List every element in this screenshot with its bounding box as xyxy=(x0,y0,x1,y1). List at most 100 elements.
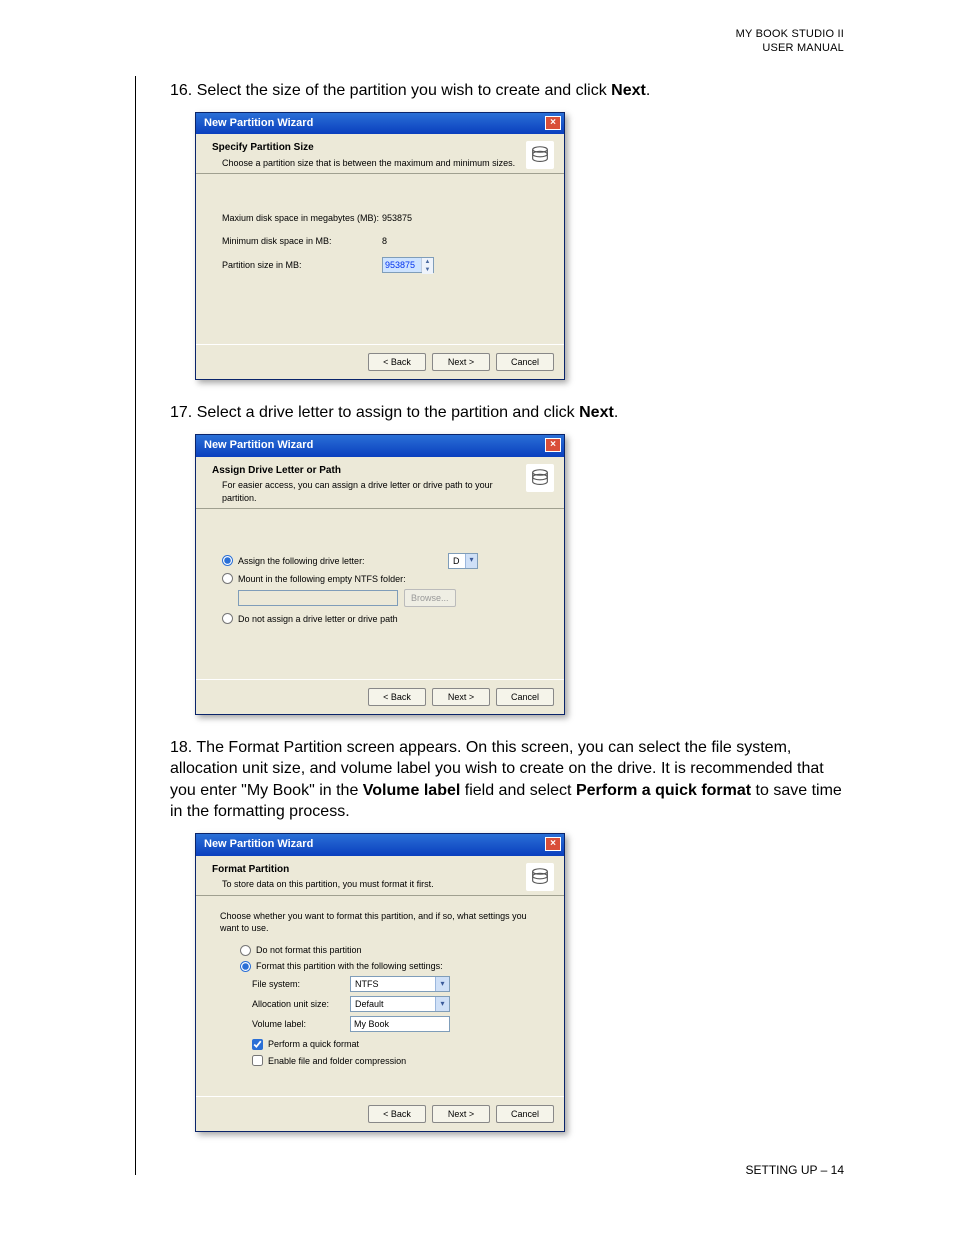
checkbox-quick-format-label: Perform a quick format xyxy=(268,1038,359,1050)
cancel-button[interactable]: Cancel xyxy=(496,353,554,371)
step-tail: . xyxy=(646,82,650,99)
checkbox-quick-format[interactable] xyxy=(252,1039,263,1050)
radio-mount-folder-label: Mount in the following empty NTFS folder… xyxy=(238,573,406,585)
back-button[interactable]: < Back xyxy=(368,688,426,706)
header-subtitle: Choose a partition size that is between … xyxy=(222,157,515,169)
checkbox-compression-label: Enable file and folder compression xyxy=(268,1055,406,1067)
step-number: 17. xyxy=(170,404,192,421)
titlebar[interactable]: New Partition Wizard xyxy=(196,435,564,457)
header-title: Format Partition xyxy=(212,863,434,877)
step-text: Select a drive letter to assign to the p… xyxy=(197,404,579,421)
next-button[interactable]: Next > xyxy=(432,353,490,371)
header-line2: USER MANUAL xyxy=(736,42,844,56)
page-footer: SETTING UP – 14 xyxy=(746,1163,844,1177)
dialog-header: Assign Drive Letter or Path For easier a… xyxy=(196,457,564,509)
file-system-select[interactable]: NTFS ▾ xyxy=(350,976,450,992)
back-button[interactable]: < Back xyxy=(368,353,426,371)
titlebar[interactable]: New Partition Wizard xyxy=(196,834,564,856)
step-18: 18. The Format Partition screen appears.… xyxy=(170,737,844,823)
step-bold: Next xyxy=(579,404,614,421)
partition-size-field[interactable] xyxy=(383,258,421,272)
step-number: 18. xyxy=(170,739,192,756)
header-title: Specify Partition Size xyxy=(212,141,515,155)
step-number: 16. xyxy=(170,82,192,99)
spinner-down-icon[interactable]: ▼ xyxy=(422,266,433,274)
header-subtitle: For easier access, you can assign a driv… xyxy=(222,479,526,503)
checkbox-compression[interactable] xyxy=(252,1055,263,1066)
button-row: < Back Next > Cancel xyxy=(196,344,564,379)
dialog-body: Assign the following drive letter: D ▾ M… xyxy=(196,509,564,679)
drive-icon xyxy=(526,141,554,169)
radio-no-format[interactable] xyxy=(240,945,251,956)
browse-button: Browse... xyxy=(404,589,456,607)
spinner-buttons[interactable]: ▲ ▼ xyxy=(421,258,433,272)
dialog-title: New Partition Wizard xyxy=(204,837,313,852)
dialog-title: New Partition Wizard xyxy=(204,438,313,453)
mount-path-input xyxy=(238,590,398,606)
radio-format-with-settings[interactable] xyxy=(240,961,251,972)
drive-letter-select[interactable]: D ▾ xyxy=(448,553,478,569)
file-system-label: File system: xyxy=(252,978,350,990)
step-bold2: Perform a quick format xyxy=(576,782,751,799)
content-area: 16. Select the size of the partition you… xyxy=(170,80,844,1154)
step-text: Select the size of the partition you wis… xyxy=(197,82,611,99)
header-title: Assign Drive Letter or Path xyxy=(212,464,526,478)
step-17: 17. Select a drive letter to assign to t… xyxy=(170,402,844,424)
page-header: MY BOOK STUDIO II USER MANUAL xyxy=(736,28,844,56)
step-bold: Volume label xyxy=(363,782,461,799)
step-tail: . xyxy=(614,404,618,421)
step-16: 16. Select the size of the partition you… xyxy=(170,80,844,102)
back-button[interactable]: < Back xyxy=(368,1105,426,1123)
dialog-format-partition: New Partition Wizard Format Partition To… xyxy=(195,833,565,1132)
button-row: < Back Next > Cancel xyxy=(196,1096,564,1131)
min-space-label: Minimum disk space in MB: xyxy=(222,235,382,247)
next-button[interactable]: Next > xyxy=(432,688,490,706)
allocation-unit-select[interactable]: Default ▾ xyxy=(350,996,450,1012)
dialog-title: New Partition Wizard xyxy=(204,116,313,131)
close-icon[interactable] xyxy=(545,837,561,851)
radio-assign-letter[interactable] xyxy=(222,555,233,566)
titlebar[interactable]: New Partition Wizard xyxy=(196,113,564,135)
radio-format-with-settings-label: Format this partition with the following… xyxy=(256,960,443,972)
min-space-value: 8 xyxy=(382,235,387,247)
partition-size-input[interactable]: ▲ ▼ xyxy=(382,257,434,273)
spinner-up-icon[interactable]: ▲ xyxy=(422,258,433,266)
cancel-button[interactable]: Cancel xyxy=(496,1105,554,1123)
radio-no-assign-label: Do not assign a drive letter or drive pa… xyxy=(238,613,398,625)
chevron-down-icon[interactable]: ▾ xyxy=(435,997,449,1011)
volume-label-input[interactable] xyxy=(350,1016,450,1032)
radio-no-assign[interactable] xyxy=(222,613,233,624)
radio-assign-letter-label: Assign the following drive letter: xyxy=(238,555,365,567)
dialog-assign-drive-letter: New Partition Wizard Assign Drive Letter… xyxy=(195,434,565,715)
allocation-unit-value: Default xyxy=(355,998,384,1010)
close-icon[interactable] xyxy=(545,116,561,130)
dialog-specify-partition-size: New Partition Wizard Specify Partition S… xyxy=(195,112,565,381)
radio-no-format-label: Do not format this partition xyxy=(256,944,362,956)
dialog-body: Choose whether you want to format this p… xyxy=(196,896,564,1096)
radio-mount-folder[interactable] xyxy=(222,573,233,584)
button-row: < Back Next > Cancel xyxy=(196,679,564,714)
file-system-value: NTFS xyxy=(355,978,379,990)
format-intro: Choose whether you want to format this p… xyxy=(220,910,546,934)
max-space-value: 953875 xyxy=(382,212,412,224)
step-bold: Next xyxy=(611,82,646,99)
allocation-unit-label: Allocation unit size: xyxy=(252,998,350,1010)
partition-size-label: Partition size in MB: xyxy=(222,259,382,271)
drive-icon xyxy=(526,464,554,492)
dialog-header: Specify Partition Size Choose a partitio… xyxy=(196,134,564,174)
next-button[interactable]: Next > xyxy=(432,1105,490,1123)
max-space-label: Maxium disk space in megabytes (MB): xyxy=(222,212,382,224)
vertical-divider xyxy=(135,76,136,1175)
cancel-button[interactable]: Cancel xyxy=(496,688,554,706)
header-line1: MY BOOK STUDIO II xyxy=(736,28,844,42)
dialog-header: Format Partition To store data on this p… xyxy=(196,856,564,896)
dialog-body: Maxium disk space in megabytes (MB): 953… xyxy=(196,174,564,344)
chevron-down-icon[interactable]: ▾ xyxy=(435,977,449,991)
drive-icon xyxy=(526,863,554,891)
drive-letter-value: D xyxy=(453,555,460,567)
chevron-down-icon[interactable]: ▾ xyxy=(465,554,477,568)
close-icon[interactable] xyxy=(545,438,561,452)
step-mid: field and select xyxy=(460,782,576,799)
volume-label-label: Volume label: xyxy=(252,1018,350,1030)
header-subtitle: To store data on this partition, you mus… xyxy=(222,878,434,890)
